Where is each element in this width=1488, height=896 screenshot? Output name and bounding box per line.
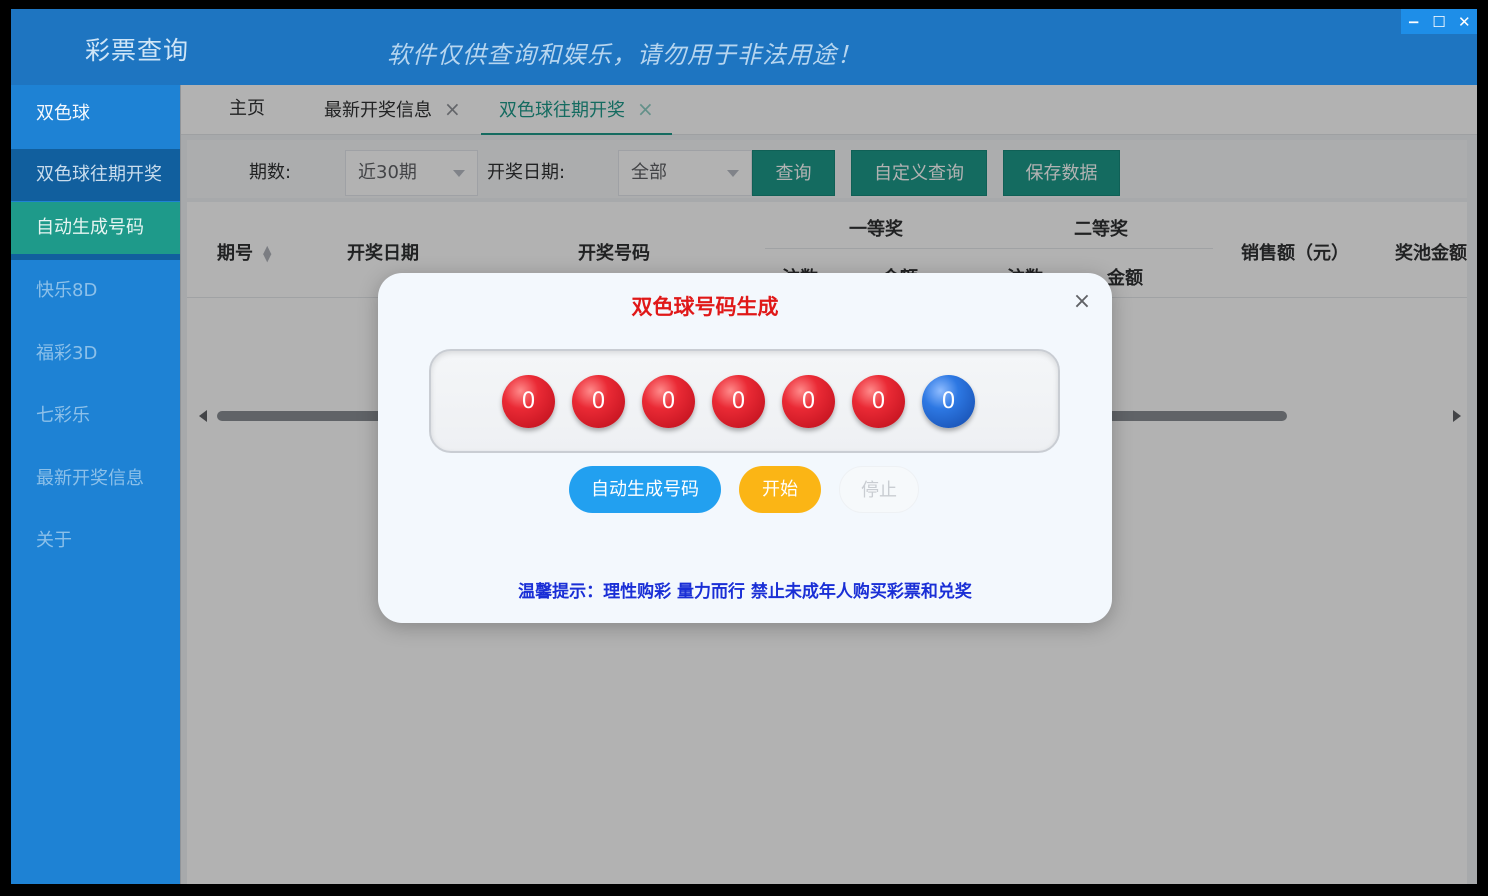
dialog-title: 双色球号码生成 — [631, 295, 779, 319]
sidebar-item-auto-generate[interactable]: 自动生成号码 — [11, 202, 180, 260]
red-ball: 0 — [782, 375, 835, 428]
red-ball: 0 — [642, 375, 695, 428]
sidebar-item-about[interactable]: 关于 — [11, 515, 180, 567]
slogan: 软件仅供查询和娱乐，请勿用于非法用途！ — [387, 41, 862, 69]
sidebar-item-fc3d[interactable]: 福彩3D — [11, 328, 180, 380]
title-bar: 彩票查询 软件仅供查询和娱乐，请勿用于非法用途！ − ☐ ✕ — [11, 9, 1477, 85]
maximize-icon[interactable]: ☐ — [1429, 12, 1449, 32]
sidebar-item-latest[interactable]: 最新开奖信息 — [11, 453, 180, 505]
close-icon[interactable]: ✕ — [1454, 12, 1474, 32]
blue-ball: 0 — [922, 375, 975, 428]
sidebar-item-ssq[interactable]: 双色球 — [11, 88, 180, 140]
red-ball: 0 — [712, 375, 765, 428]
red-ball: 0 — [852, 375, 905, 428]
sidebar: 双色球 双色球往期开奖 自动生成号码 快乐8D 福彩3D 七彩乐 最新开奖信息 … — [11, 85, 180, 884]
app-title: 彩票查询 — [85, 36, 190, 65]
start-button[interactable]: 开始 — [739, 466, 821, 513]
sidebar-item-kl8d[interactable]: 快乐8D — [11, 265, 180, 317]
minimize-icon[interactable]: − — [1404, 12, 1424, 32]
number-generator-dialog: 双色球号码生成 × 0 0 0 0 0 0 0 自动生成号码 开始 停止 温馨提… — [378, 273, 1112, 623]
sidebar-item-qcl[interactable]: 七彩乐 — [11, 390, 180, 442]
sidebar-item-ssq-history[interactable]: 双色球往期开奖 — [11, 149, 180, 201]
ball-panel: 0 0 0 0 0 0 0 — [429, 349, 1060, 453]
stop-button[interactable]: 停止 — [839, 466, 919, 513]
warm-tip: 温馨提示：理性购彩 量力而行 禁止未成年人购买彩票和兑奖 — [518, 582, 972, 602]
red-ball: 0 — [572, 375, 625, 428]
red-ball: 0 — [502, 375, 555, 428]
close-icon[interactable]: × — [1070, 289, 1094, 314]
auto-generate-button[interactable]: 自动生成号码 — [569, 466, 721, 513]
window-controls: − ☐ ✕ — [1401, 9, 1477, 34]
